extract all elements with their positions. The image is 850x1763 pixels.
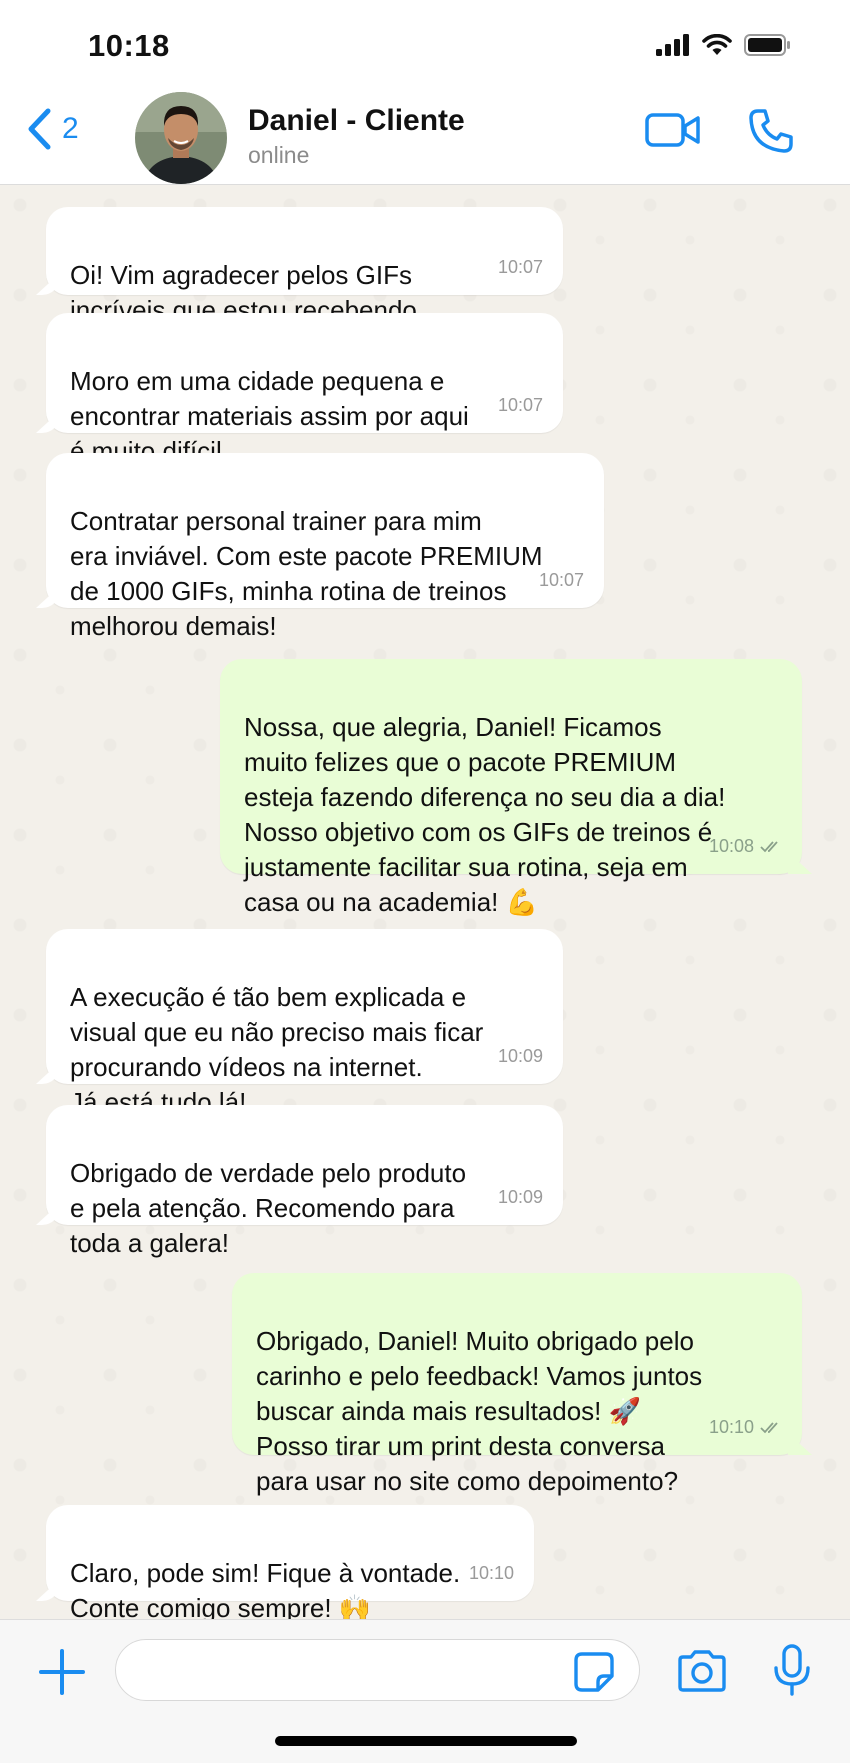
message-meta: 10:07 (498, 388, 543, 423)
double-check-icon (760, 1422, 778, 1434)
status-time: 10:18 (88, 28, 170, 63)
message-input[interactable] (115, 1639, 640, 1701)
status-icons (656, 34, 792, 56)
contact-status: online (248, 142, 310, 168)
message-text: A execução é tão bem explicada e visual … (70, 982, 484, 1117)
message-time: 10:07 (538, 570, 584, 590)
avatar[interactable] (135, 92, 227, 184)
message-time: 10:09 (497, 1046, 543, 1066)
message-time: 10:09 (497, 1187, 543, 1207)
phone-icon (749, 109, 793, 153)
message-bubble-outgoing[interactable]: Nossa, que alegria, Daniel! Ficamos muit… (220, 659, 802, 917)
unread-count: 2 (62, 112, 79, 145)
message-bubble-incoming[interactable]: A execução é tão bem explicada e visual … (46, 929, 563, 1117)
voice-message-button[interactable] (772, 1644, 812, 1701)
message-text: Contratar personal trainer para mim era … (70, 506, 543, 641)
double-check-icon (760, 841, 778, 853)
status-bar: 10:18 (0, 0, 850, 92)
video-call-button[interactable] (645, 112, 701, 153)
message-time: 10:07 (497, 395, 543, 415)
back-button[interactable]: 2 (26, 108, 79, 150)
message-meta: 10:09 (498, 1180, 543, 1215)
message-bubble-incoming[interactable]: Moro em uma cidade pequena e encontrar m… (46, 313, 563, 466)
microphone-icon (774, 1644, 810, 1696)
message-text: Nossa, que alegria, Daniel! Ficamos muit… (244, 712, 726, 917)
message-time: 10:10 (468, 1563, 514, 1583)
chevron-left-icon (28, 108, 51, 150)
sticker-button[interactable] (574, 1652, 614, 1697)
battery-icon (744, 34, 790, 56)
sticker-icon (574, 1652, 614, 1692)
attach-button[interactable] (38, 1648, 86, 1701)
message-text: Claro, pode sim! Fique à vontade. Conte … (70, 1558, 461, 1623)
wifi-icon (702, 34, 732, 55)
message-bubble-incoming[interactable]: Obrigado de verdade pelo produto e pela … (46, 1105, 563, 1258)
contact-name[interactable]: Daniel - Cliente (248, 104, 465, 138)
message-time: 10:08 (708, 836, 754, 856)
plus-icon (39, 1649, 85, 1695)
voice-call-button[interactable] (748, 108, 794, 159)
camera-button[interactable] (676, 1650, 728, 1697)
signal-icon (656, 34, 689, 56)
message-text: Obrigado de verdade pelo produto e pela … (70, 1158, 467, 1258)
chat-header: 2 Daniel - Cliente online (0, 92, 850, 185)
message-bubble-incoming[interactable]: Claro, pode sim! Fique à vontade. Conte … (46, 1505, 534, 1623)
chat-area[interactable]: Oi! Vim agradecer pelos GIFs incríveis q… (0, 185, 850, 1623)
message-time: 10:07 (497, 257, 543, 277)
message-text: Obrigado, Daniel! Muito obrigado pelo ca… (256, 1326, 703, 1496)
home-indicator[interactable] (275, 1736, 577, 1746)
message-meta: 10:07 (498, 250, 543, 285)
message-bubble-incoming[interactable]: Contratar personal trainer para mim era … (46, 453, 604, 641)
message-meta: 10:07 (539, 563, 584, 598)
video-camera-icon (645, 113, 700, 147)
camera-icon (678, 1650, 726, 1692)
contact-photo (135, 92, 227, 184)
message-meta: 10:08 (709, 829, 782, 864)
message-meta: 10:10 (469, 1556, 514, 1591)
message-meta: 10:09 (498, 1039, 543, 1074)
message-time: 10:10 (708, 1417, 754, 1437)
message-bubble-outgoing[interactable]: Obrigado, Daniel! Muito obrigado pelo ca… (232, 1273, 802, 1496)
message-bubble-incoming[interactable]: Oi! Vim agradecer pelos GIFs incríveis q… (46, 207, 563, 325)
message-meta: 10:10 (709, 1410, 782, 1445)
